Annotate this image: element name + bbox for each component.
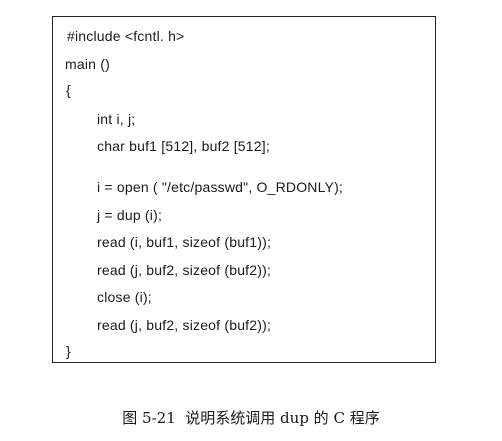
code-line-close-call: close (i); [97,289,152,305]
code-line-declare-ints: int i, j; [97,111,136,127]
code-line-include: #include <fcntl. h> [67,28,185,44]
code-line-close-brace: } [66,343,71,359]
code-line-main: main () [65,56,110,72]
figure-caption: 图 5-21 说明系统调用 dup 的 C 程序 [122,409,380,427]
code-line-read-buf2-again: read (j, buf2, sizeof (buf2)); [97,317,272,333]
code-line-dup-call: j = dup (i); [97,207,163,223]
code-line-declare-buffers: char buf1 [512], buf2 [512]; [97,138,270,154]
code-line-read-buf1: read (i, buf1, sizeof (buf1)); [97,234,272,250]
code-line-open-brace: { [66,82,71,98]
code-listing-box: #include <fcntl. h> main () { int i, j; … [52,16,436,363]
code-line-read-buf2: read (j, buf2, sizeof (buf2)); [97,262,272,278]
code-line-open-call: i = open ( "/etc/passwd", O_RDONLY); [97,179,344,195]
